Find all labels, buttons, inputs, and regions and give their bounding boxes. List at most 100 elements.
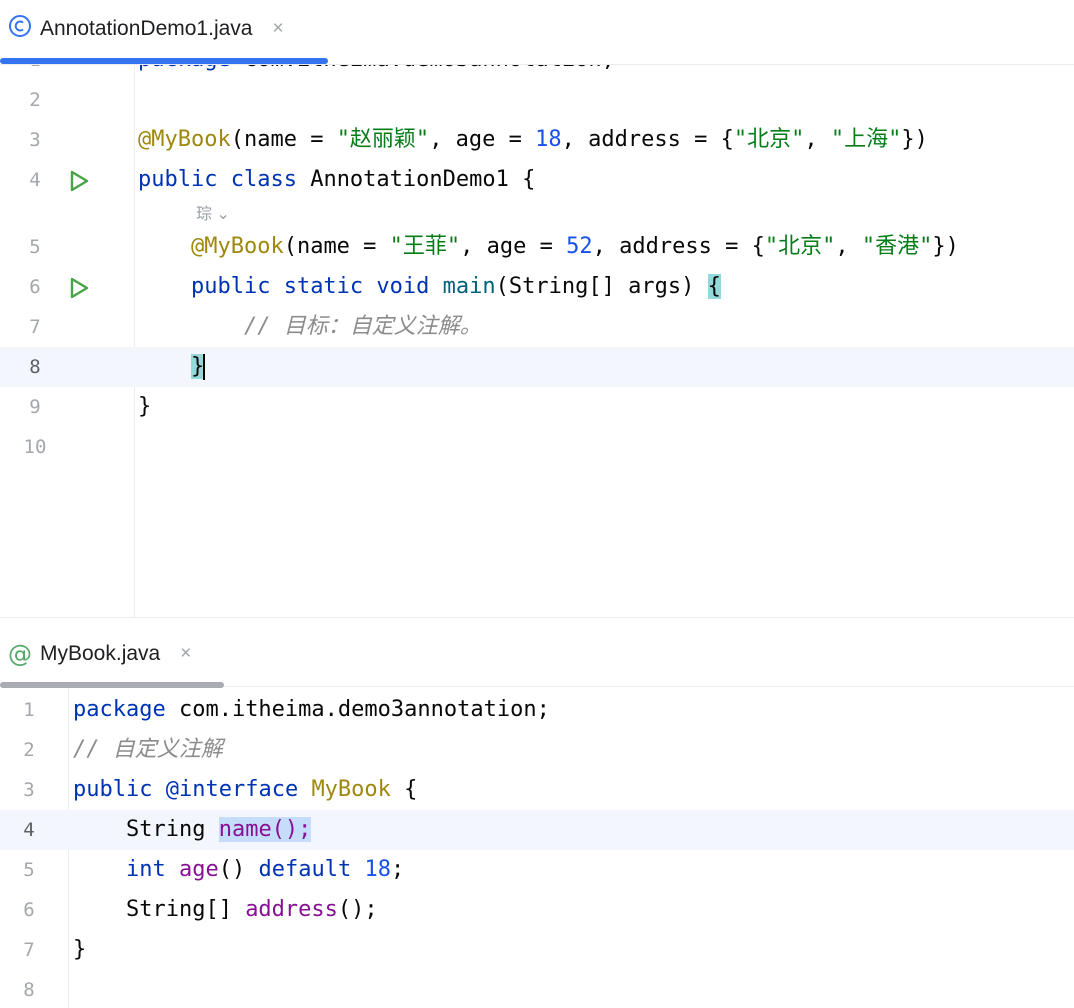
line-number[interactable]: 2 [4,730,54,770]
code-token: "王菲" [389,234,461,259]
code-text[interactable]: String name(); [73,810,312,850]
class-file-icon [8,14,32,44]
editor-pane-mybook[interactable]: 1 package com.itheima.demo3annotation; 2 //… [0,617,1074,1008]
line-number[interactable]: 1 [4,690,54,730]
code-token: public [73,777,153,802]
code-line[interactable]: 8 [0,970,1074,1008]
code-token: @interface [165,777,299,802]
line-number[interactable]: 10 [10,427,60,467]
tab-label: AnnotationDemo1.java [40,17,253,40]
line-number[interactable]: 5 [4,850,54,890]
line-number[interactable]: 7 [4,930,54,970]
code-token: (String[] args) [495,274,708,299]
code-line[interactable]: 2 [0,80,1074,120]
code-token: public class [138,167,297,192]
code-token: "上海" [830,127,902,152]
line-number[interactable]: 2 [10,80,60,120]
tab-annotationdemo1[interactable]: AnnotationDemo1.java × [8,14,284,44]
code-line[interactable]: 8 } [0,347,1074,387]
code-text[interactable]: } [138,347,206,387]
line-number[interactable]: 6 [10,267,60,307]
code-text[interactable]: package com.itheima.demo3annotation; [73,690,550,730]
code-token: "北京" [764,234,836,259]
code-token: (name = [283,234,390,259]
code-line[interactable]: 1 package com.itheima.demo3annotation; [0,690,1074,730]
code-text[interactable]: int age() default 18; [73,850,404,890]
code-token: ; [390,857,405,882]
code-text[interactable]: public @interface MyBook { [73,770,417,810]
code-line[interactable]: 9} [0,387,1074,427]
line-number[interactable]: 3 [10,120,60,160]
inactive-tab-indicator [0,682,224,688]
code-text[interactable]: } [73,930,86,970]
code-line[interactable]: 10 [0,427,1074,467]
code-text[interactable]: } [138,387,151,427]
code-text[interactable]: public class AnnotationDemo1 { [138,160,535,200]
code-token: 18 [535,127,562,152]
line-number[interactable]: 8 [4,970,54,1008]
code-token: (name = [230,127,337,152]
code-token: com.itheima.demo3annotation; [165,697,550,722]
code-text[interactable]: public static void main(String[] args) { [138,267,721,307]
code-token: age [178,857,219,882]
code-token: , address = { [561,127,734,152]
code-line[interactable]: 6 String[] address(); [0,890,1074,930]
code-token: // 目标：自定义注解。 [243,314,482,339]
code-line[interactable]: 7} [0,930,1074,970]
code-token: name(); [218,817,312,842]
code-token: }) [901,127,928,152]
code-token: "香港" [861,234,933,259]
line-number[interactable]: 9 [10,387,60,427]
code-token: , [835,234,862,259]
code-token: } [73,937,87,962]
code-line[interactable]: 6 public static void main(String[] args)… [0,267,1074,307]
code-line[interactable]: 3 @MyBook(name = "赵丽颖", age = 18, address… [0,120,1074,160]
code-token: , [804,127,831,152]
close-icon[interactable]: × [180,643,191,665]
code-token: 18 [364,857,391,882]
line-number[interactable]: 7 [10,307,60,347]
code-token: int [125,857,166,882]
line-number[interactable]: 4 [4,810,54,850]
code-token: String[] [73,897,246,922]
code-line[interactable]: 4 String name(); [0,810,1074,850]
line-number[interactable]: 3 [4,770,54,810]
code-line[interactable]: 5 @MyBook(name = "王菲", age = 52, address… [0,227,1074,267]
code-line[interactable]: 2 // 自定义注解 [0,730,1074,770]
code-token: public static void [190,274,430,299]
code-text[interactable]: String[] address(); [73,890,378,930]
code-text[interactable]: @MyBook(name = "王菲", age = 52, address =… [138,227,959,267]
code-line[interactable]: 3 public @interface MyBook { [0,770,1074,810]
code-token: , age = [460,234,567,259]
tab-mybook[interactable]: @ MyBook.java × [8,640,191,668]
code-token: , age = [429,127,536,152]
code-line[interactable]: 7 // 目标：自定义注解。 [0,307,1074,347]
code-token: AnnotationDemo1 { [296,167,536,192]
editor-pane-annotationdemo1[interactable]: 1package com.itheima.demo3annotation;23@… [0,0,1074,617]
code-line[interactable]: 5 int age() default 18; [0,850,1074,890]
code-line[interactable]: 4 public class AnnotationDemo1 { [0,160,1074,200]
line-number[interactable]: 8 [10,347,60,387]
close-icon[interactable]: × [272,18,283,40]
code-token: () [218,857,259,882]
code-text[interactable]: @MyBook(name = "赵丽颖", age = 18, address … [138,120,928,160]
code-text[interactable]: // 目标：自定义注解。 [138,307,482,347]
tab-bar: @ MyBook.java × [0,618,1074,688]
code-token: } [190,354,205,379]
code-token: @MyBook [190,234,284,259]
code-token: main [442,274,496,299]
run-icon[interactable] [66,168,92,208]
line-number[interactable]: 6 [4,890,54,930]
code-token: (); [337,897,378,922]
code-text[interactable]: // 自定义注解 [73,730,223,770]
line-number[interactable]: 4 [10,160,60,200]
line-number[interactable]: 5 [10,227,60,267]
